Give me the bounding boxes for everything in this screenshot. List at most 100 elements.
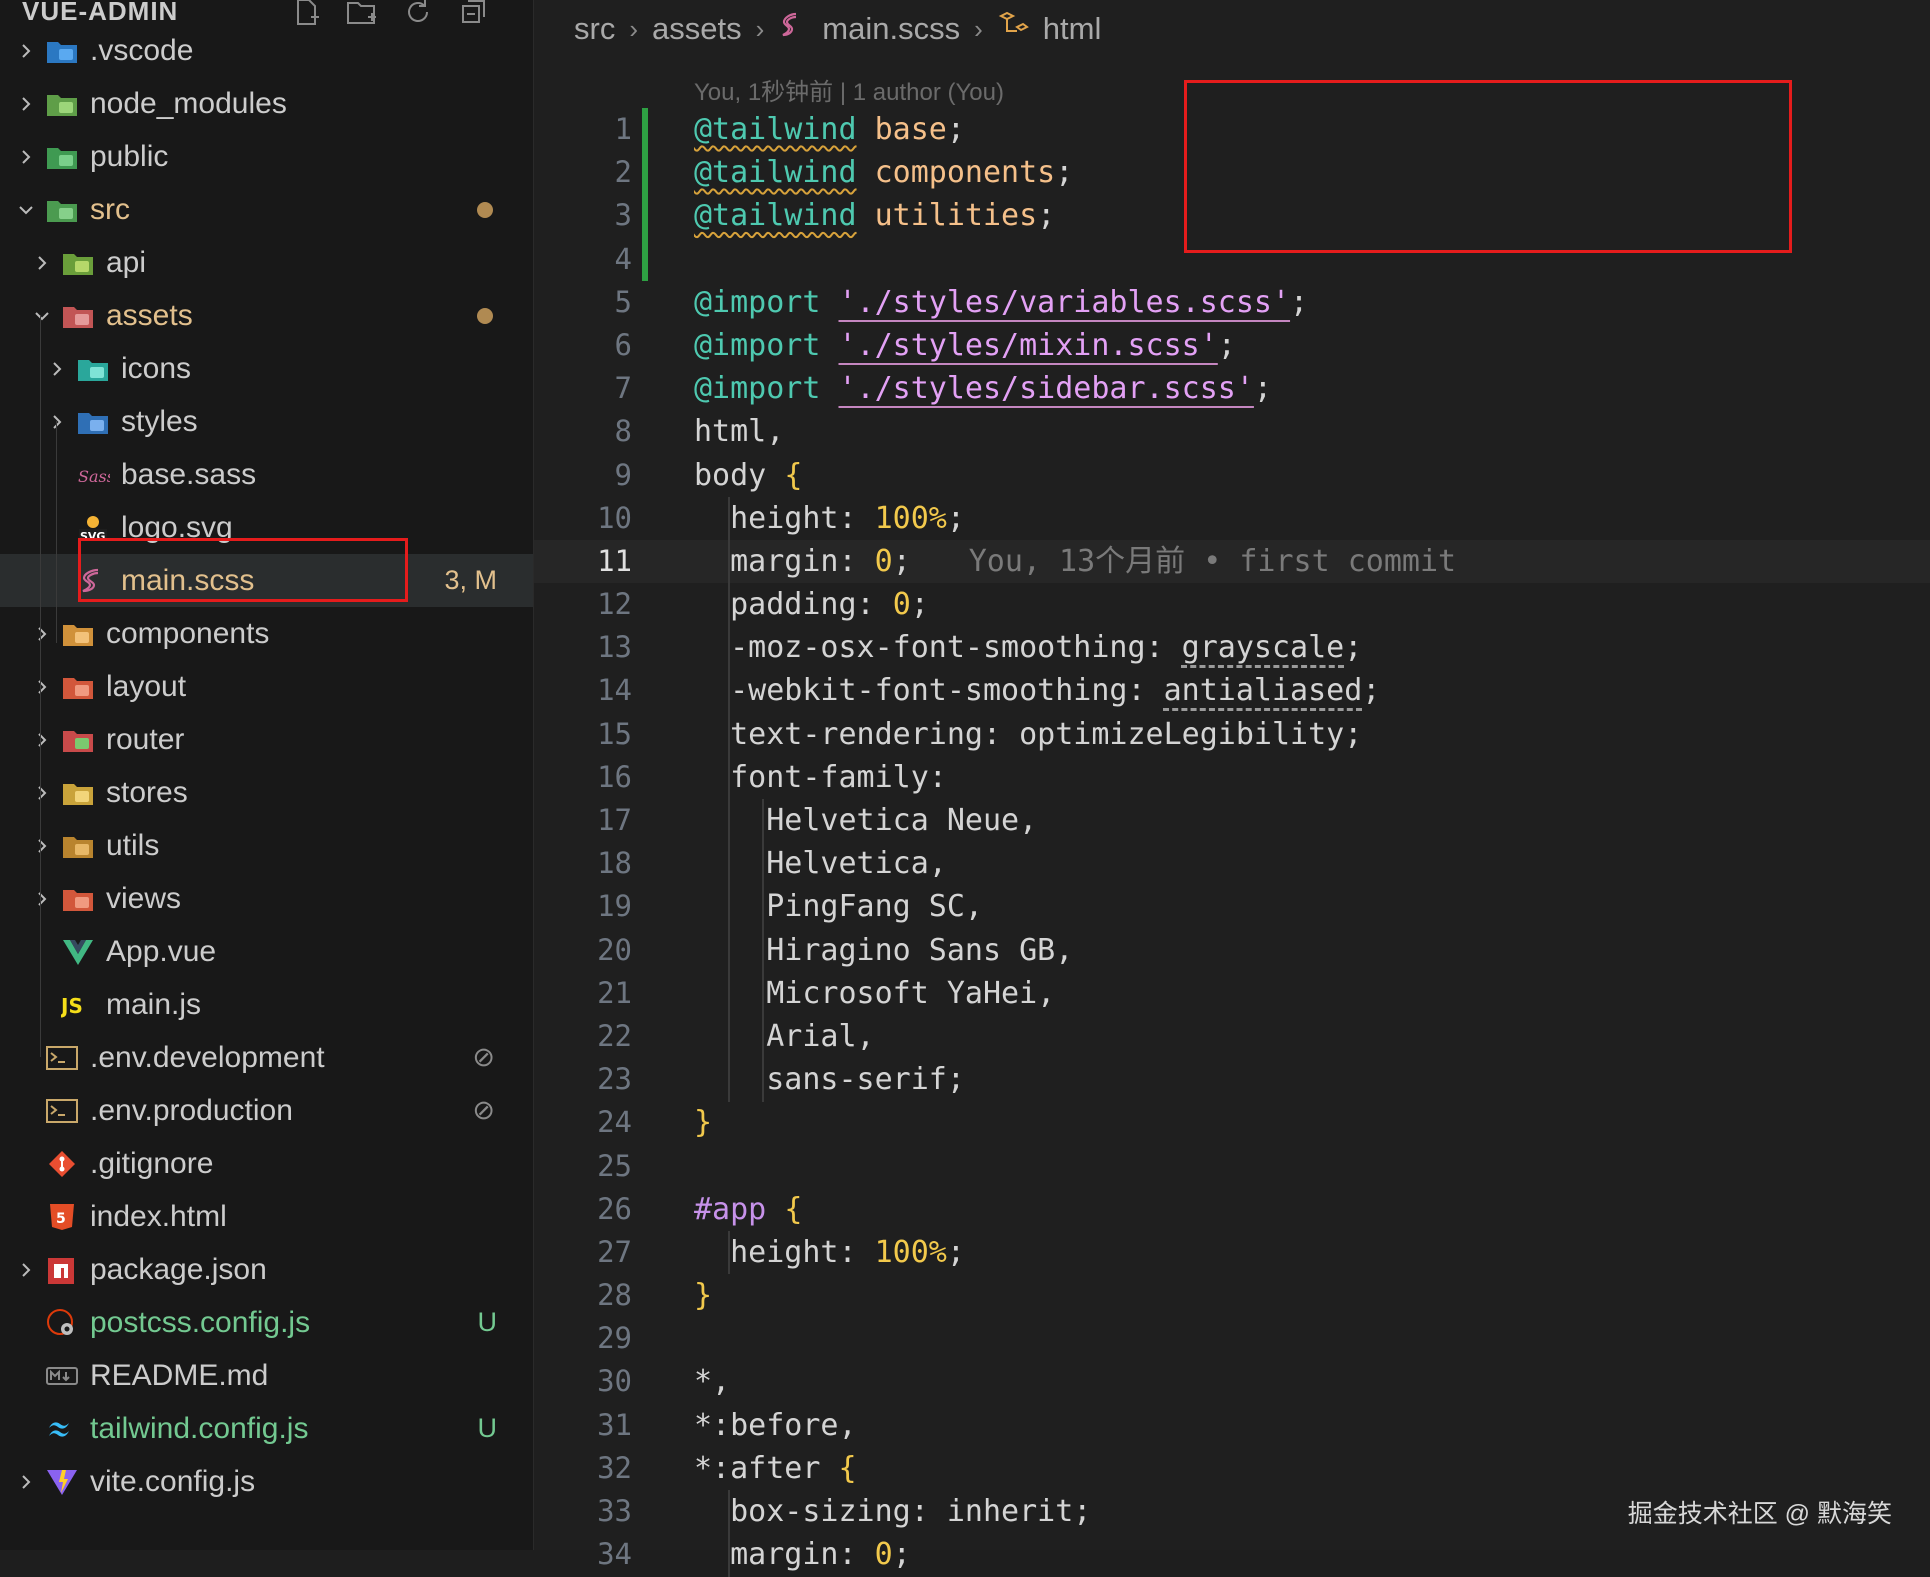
tree-item[interactable]: assets — [0, 289, 533, 342]
breadcrumb-file[interactable]: main.scss — [822, 11, 960, 47]
code-line[interactable]: 25 — [534, 1145, 1930, 1188]
code-line[interactable]: 34 margin: 0; — [534, 1533, 1930, 1576]
code-area[interactable]: 1 @tailwind base; 2 @tailwind components; 3 @… — [534, 108, 1930, 1577]
tree-item[interactable]: src — [0, 183, 533, 236]
tree-item[interactable]: api — [0, 236, 533, 289]
tree-item[interactable]: icons — [0, 342, 533, 395]
code-line[interactable]: 12 padding: 0; — [534, 583, 1930, 626]
code-line[interactable]: 21 Microsoft YaHei, — [534, 972, 1930, 1015]
indent-guide — [728, 1490, 730, 1577]
code-line[interactable]: 18 Helvetica, — [534, 842, 1930, 885]
chevron-right-icon[interactable] — [30, 622, 54, 646]
code-token: 0 — [892, 587, 911, 623]
tree-item[interactable]: .vscode — [0, 24, 533, 77]
chevron-right-icon[interactable] — [14, 92, 38, 116]
code-line[interactable]: 26 #app { — [534, 1188, 1930, 1231]
line-number: 16 — [597, 759, 632, 794]
tree-item[interactable]: package.json — [0, 1243, 533, 1296]
tree-item[interactable]: README.md — [0, 1349, 533, 1402]
code-line[interactable]: 28} — [534, 1274, 1930, 1317]
tree-item[interactable]: vite.config.js — [0, 1455, 533, 1508]
code-token: #app — [694, 1191, 767, 1227]
code-token: ; — [892, 1537, 911, 1573]
code-line[interactable]: 32 *:after { — [534, 1447, 1930, 1490]
code-line[interactable]: 19 PingFang SC, — [534, 885, 1930, 928]
tree-item[interactable]: .env.development ⊘ — [0, 1031, 533, 1084]
chevron-right-icon[interactable] — [14, 145, 38, 169]
tree-item[interactable]: .gitignore — [0, 1137, 533, 1190]
chevron-right-icon[interactable] — [45, 357, 69, 381]
tree-item[interactable]: utils — [0, 819, 533, 872]
chevron-right-icon[interactable] — [30, 834, 54, 858]
chevron-right-icon[interactable] — [30, 728, 54, 752]
code-line[interactable]: 6 @import './styles/mixin.scss'; — [534, 324, 1930, 367]
code-token: @tailwind — [694, 155, 857, 191]
code-line[interactable]: 11 margin: 0; You, 13个月前 • first commit — [534, 539, 1930, 584]
line-number: 34 — [597, 1537, 632, 1572]
git-status-badge: U — [477, 1307, 498, 1337]
code-line[interactable]: 9 body { — [534, 454, 1930, 497]
tree-item[interactable]: App.vue — [0, 925, 533, 978]
breadcrumb-src[interactable]: src — [574, 11, 615, 47]
tree-item[interactable]: 5 index.html — [0, 1190, 533, 1243]
code-line[interactable]: 16 font-family: — [534, 756, 1930, 799]
chevron-right-icon[interactable] — [14, 39, 38, 63]
code-line[interactable]: 24} — [534, 1101, 1930, 1144]
code-token: ; — [946, 500, 965, 536]
line-number: 3 — [614, 198, 632, 233]
git-added-gutter[interactable] — [642, 108, 648, 281]
tree-item[interactable]: styles — [0, 395, 533, 448]
tree-item[interactable]: router — [0, 713, 533, 766]
code-text: text-rendering: optimizeLegibility; — [694, 713, 1362, 756]
tree-item[interactable]: postcss.config.js U — [0, 1296, 533, 1349]
code-token: margin: — [694, 1537, 875, 1573]
tree-item[interactable]: layout — [0, 660, 533, 713]
code-line[interactable]: 15 text-rendering: optimizeLegibility; — [534, 713, 1930, 756]
tree-item-label: router — [106, 722, 185, 756]
chevron-right-icon[interactable] — [30, 781, 54, 805]
breadcrumb-symbol[interactable]: html — [1043, 11, 1102, 47]
code-line[interactable]: 30 *, — [534, 1360, 1930, 1403]
tree-item[interactable]: views — [0, 872, 533, 925]
code-text: @import './styles/mixin.scss'; — [694, 324, 1236, 367]
chevron-right-icon[interactable] — [30, 675, 54, 699]
breadcrumb-assets[interactable]: assets — [652, 11, 742, 47]
code-line[interactable]: 8 html, — [534, 410, 1930, 453]
chevron-right-icon[interactable] — [30, 251, 54, 275]
code-token: text-rendering: optimizeLegibility; — [694, 716, 1363, 752]
code-text: } — [694, 1101, 712, 1144]
code-line[interactable]: 20 Hiragino Sans GB, — [534, 929, 1930, 972]
code-line[interactable]: 10 height: 100%; — [534, 497, 1930, 540]
tree-item[interactable]: .env.production ⊘ — [0, 1084, 533, 1137]
code-line[interactable]: 14 -webkit-font-smoothing: antialiased; — [534, 669, 1930, 712]
chevron-right-icon[interactable] — [14, 1470, 38, 1494]
code-line[interactable]: 23 sans-serif; — [534, 1058, 1930, 1101]
assets-folder-icon — [61, 299, 95, 333]
code-line[interactable]: 5 @import './styles/variables.scss'; — [534, 281, 1930, 324]
chevron-down-icon[interactable] — [30, 304, 54, 328]
chevron-right-icon[interactable] — [14, 1258, 38, 1282]
code-token: './styles/sidebar.scss' — [838, 371, 1254, 407]
tree-item[interactable]: stores — [0, 766, 533, 819]
code-line[interactable]: 7 @import './styles/sidebar.scss'; — [534, 367, 1930, 410]
codelens-blame[interactable]: You, 1秒钟前 | 1 author (You) — [694, 72, 1004, 107]
tree-item-label: utils — [106, 828, 160, 862]
tree-item-label: styles — [121, 404, 198, 438]
code-line[interactable]: 17 Helvetica Neue, — [534, 799, 1930, 842]
tree-item[interactable]: tailwind.config.js U — [0, 1402, 533, 1455]
code-line[interactable]: 13 -moz-osx-font-smoothing: grayscale; — [534, 626, 1930, 669]
tree-item[interactable]: public — [0, 130, 533, 183]
breadcrumb: src › assets › main.scss › html — [574, 8, 1101, 50]
tree-item[interactable]: node_modules — [0, 77, 533, 130]
code-line[interactable]: 31 *:before, — [534, 1404, 1930, 1447]
chevron-right-icon[interactable] — [45, 410, 69, 434]
code-line[interactable]: 27 height: 100%; — [534, 1231, 1930, 1274]
code-line[interactable]: 22 Arial, — [534, 1015, 1930, 1058]
stores-folder-icon — [61, 776, 95, 810]
tree-item[interactable]: Sass base.sass — [0, 448, 533, 501]
code-line[interactable]: 29 — [534, 1317, 1930, 1360]
tree-item[interactable]: JS main.js — [0, 978, 533, 1031]
chevron-right-icon[interactable] — [30, 887, 54, 911]
tree-item[interactable]: components — [0, 607, 533, 660]
chevron-down-icon[interactable] — [14, 198, 38, 222]
